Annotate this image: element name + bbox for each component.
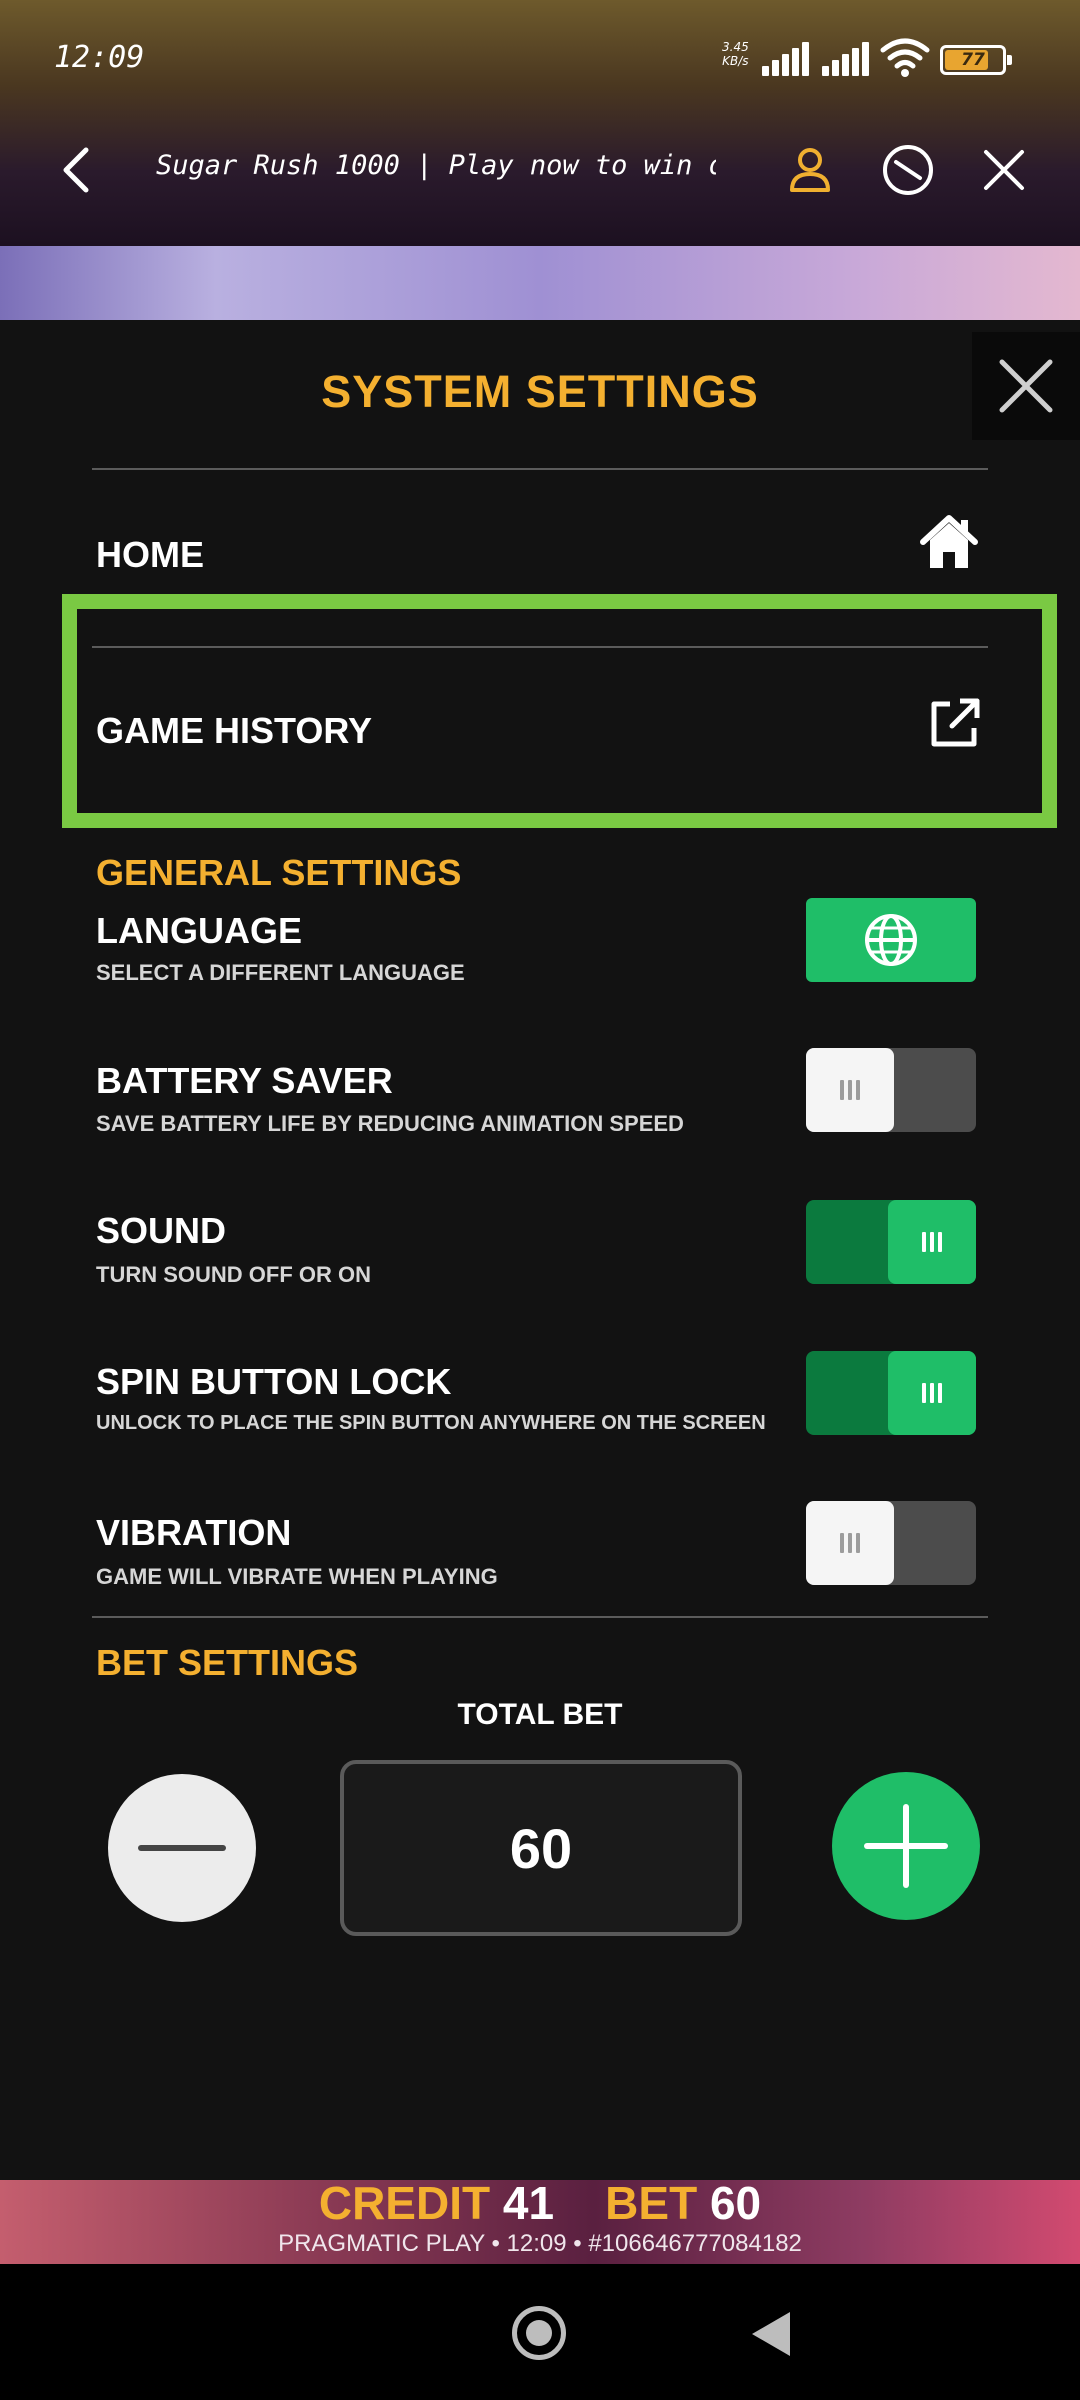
toggle-knob: [888, 1351, 976, 1435]
battery-saver-label: BATTERY SAVER: [96, 1060, 393, 1101]
globe-icon: [865, 914, 917, 966]
network-speed-value: 3.45: [722, 40, 749, 54]
user-icon[interactable]: [782, 142, 838, 198]
home-icon[interactable]: [918, 512, 980, 572]
total-bet-display: 60: [340, 1760, 742, 1936]
credit-value: 41: [502, 2177, 555, 2229]
divider: [92, 1616, 988, 1618]
game-background-top: [0, 246, 1080, 320]
credit-bet-readout: CREDIT 41 BET 60: [0, 2176, 1080, 2230]
back-nav-button[interactable]: [752, 2312, 790, 2356]
home-menu-item[interactable]: HOME: [96, 534, 204, 576]
total-bet-label: TOTAL BET: [457, 1698, 623, 1731]
toggle-knob: [806, 1501, 894, 1585]
signal-icon: [762, 42, 812, 76]
status-time: 12:09: [54, 40, 145, 75]
battery-percent: 77: [961, 50, 985, 70]
sound-toggle[interactable]: [806, 1200, 976, 1284]
spin-button-lock-toggle[interactable]: [806, 1351, 976, 1435]
signal-icon-2: [822, 42, 872, 76]
game-history-highlight: [62, 594, 1057, 828]
network-speed-unit: KB/s: [722, 54, 749, 68]
toggle-knob: [888, 1200, 976, 1284]
general-settings-heading: GENERAL SETTINGS: [96, 852, 462, 893]
home-nav-button[interactable]: [512, 2306, 566, 2360]
credit-label: CREDIT: [318, 2177, 491, 2229]
language-description: SELECT A DIFFERENT LANGUAGE: [96, 960, 465, 985]
language-label: LANGUAGE: [96, 910, 302, 951]
decrease-bet-button[interactable]: [108, 1774, 256, 1922]
vibration-label: VIBRATION: [96, 1512, 292, 1553]
browser-header: 12:09 3.45 KB/s 77 Sugar Rush 1000 | Pla…: [0, 0, 1080, 246]
network-speed: 3.45 KB/s: [722, 40, 749, 68]
provider-info: PRAGMATIC PLAY • 12:09 • #10664677708418…: [278, 2230, 802, 2257]
spin-button-lock-description: UNLOCK TO PLACE THE SPIN BUTTON ANYWHERE…: [96, 1412, 766, 1434]
battery-icon: 77: [940, 45, 1012, 75]
total-bet-value: 60: [509, 1817, 573, 1880]
refresh-icon[interactable]: [878, 140, 938, 200]
battery-saver-toggle[interactable]: [806, 1048, 976, 1132]
toggle-knob: [806, 1048, 894, 1132]
vibration-description: GAME WILL VIBRATE WHEN PLAYING: [96, 1564, 498, 1589]
battery-saver-description: SAVE BATTERY LIFE BY REDUCING ANIMATION …: [96, 1111, 684, 1136]
language-button[interactable]: [806, 898, 976, 982]
wifi-icon: [880, 38, 930, 77]
increase-bet-button[interactable]: [832, 1772, 980, 1920]
bet-settings-heading: BET SETTINGS: [96, 1642, 359, 1683]
spin-button-lock-label: SPIN BUTTON LOCK: [96, 1361, 452, 1402]
close-icon[interactable]: [976, 142, 1032, 198]
bet-label: BET: [605, 2177, 698, 2229]
bet-value: 60: [709, 2177, 762, 2229]
sound-label: SOUND: [96, 1210, 227, 1251]
page-title: Sugar Rush 1000 | Play now to win on...: [156, 150, 716, 181]
settings-title: SYSTEM SETTINGS: [321, 366, 759, 417]
sound-description: TURN SOUND OFF OR ON: [96, 1262, 371, 1287]
divider: [92, 468, 988, 470]
vibration-toggle[interactable]: [806, 1501, 976, 1585]
back-arrow-icon[interactable]: [50, 140, 100, 200]
